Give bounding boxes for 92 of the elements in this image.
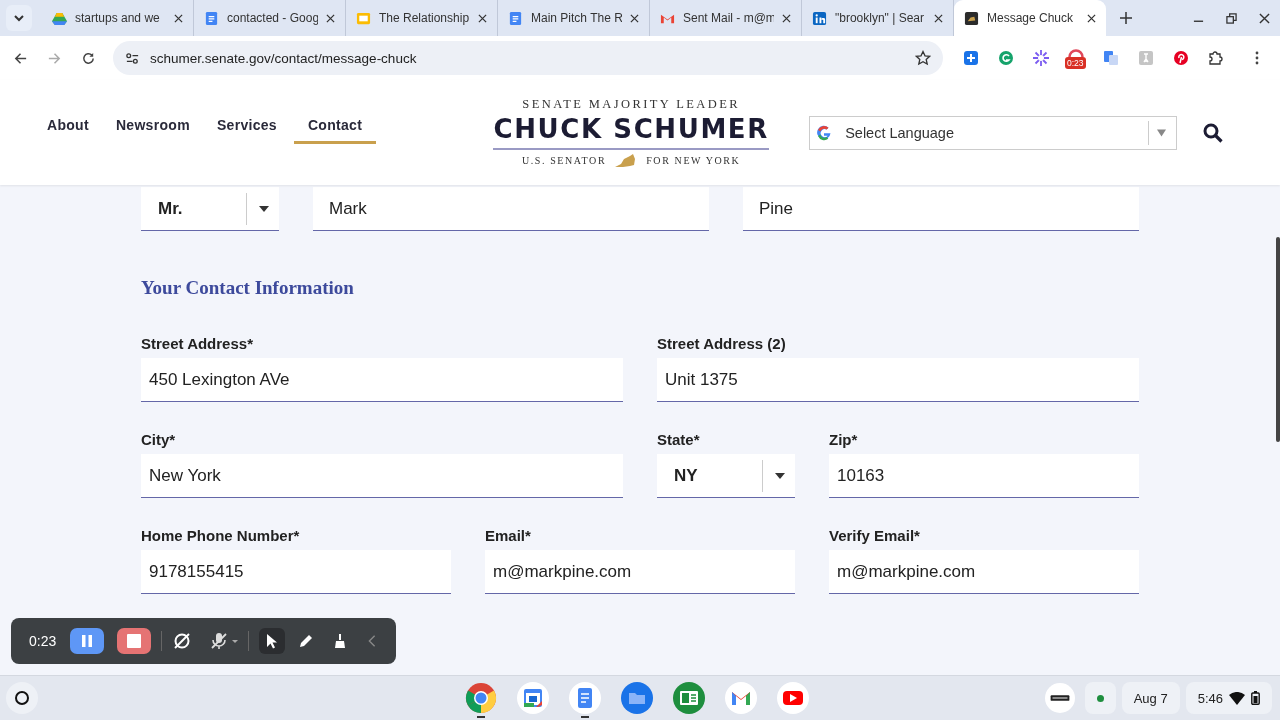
folder-icon[interactable]: [621, 682, 653, 714]
nav-link[interactable]: Contact: [293, 113, 377, 144]
input-field[interactable]: m@markpine.com: [485, 550, 795, 594]
map-icon: [964, 10, 979, 26]
clock: 5:46: [1197, 690, 1223, 706]
close-icon[interactable]: [174, 13, 183, 23]
wifi-icon: [1229, 691, 1245, 705]
close-icon[interactable]: [630, 13, 639, 23]
collapse-icon[interactable]: [367, 634, 378, 648]
field-label: City*: [141, 431, 177, 449]
mail-icon[interactable]: [725, 682, 757, 714]
close-icon[interactable]: [326, 13, 335, 23]
triangle-icon: [52, 10, 67, 26]
section-heading: Your Contact Information: [141, 277, 355, 299]
field-label: Email*: [485, 527, 532, 545]
close-icon[interactable]: [478, 13, 487, 23]
chrome-icon[interactable]: [465, 682, 497, 714]
pause-button[interactable]: [70, 628, 105, 654]
input-field[interactable]: Pine: [743, 187, 1139, 231]
nav-link[interactable]: About: [37, 113, 99, 144]
logo-tagline: SENATE MAJORITY LEADER: [522, 96, 740, 112]
field-label: Street Address*: [141, 335, 254, 353]
scrollbar-thumb[interactable]: [1276, 237, 1280, 442]
calendar-icon[interactable]: [517, 682, 549, 714]
caret-icon: [1157, 128, 1167, 137]
input-field[interactable]: 9178155415: [141, 550, 451, 594]
logo-name: CHUCK SCHUMER: [493, 111, 769, 150]
prefix-select[interactable]: Mr.: [141, 187, 279, 231]
pause-icon: [81, 634, 94, 648]
bookmark-star-icon[interactable]: [915, 50, 931, 66]
reload-icon[interactable]: [81, 50, 96, 66]
logo-subtitle: U.S. SENATOR: [521, 155, 607, 166]
record-icon[interactable]: [1068, 49, 1084, 57]
date-pill[interactable]: Aug 7: [1121, 682, 1180, 714]
battery-icon: [1251, 691, 1260, 705]
document-icon: [204, 10, 219, 26]
field-label: Home Phone Number*: [141, 527, 301, 545]
input-field[interactable]: 450 Lexington AVe: [141, 358, 623, 402]
board-icon[interactable]: [673, 682, 705, 714]
launcher-button[interactable]: [6, 682, 38, 714]
input-field[interactable]: Mark: [313, 187, 709, 231]
language-select[interactable]: Select Language: [809, 115, 1178, 150]
logo-subtitle: FOR NEW YORK: [646, 155, 741, 166]
pointer-tool[interactable]: [259, 628, 286, 654]
stop-icon: [127, 634, 142, 648]
plus-icon[interactable]: [963, 50, 979, 66]
field-label: Verify Email*: [829, 527, 921, 545]
stop-button[interactable]: [117, 628, 152, 654]
close-icon[interactable]: [1087, 13, 1096, 23]
square-icon: [812, 10, 827, 26]
caret-icon: [775, 472, 785, 479]
nav-link[interactable]: Services: [206, 113, 287, 144]
mic-off-icon[interactable]: [209, 631, 240, 651]
timer-badge: 0:23: [1065, 57, 1086, 69]
scanner-icon[interactable]: [1044, 683, 1075, 713]
new-tab-icon[interactable]: [1120, 12, 1132, 24]
pin-icon[interactable]: [1173, 50, 1189, 66]
field-label: Zip*: [829, 431, 859, 449]
address-bar[interactable]: schumer.senate.gov/contact/message-chuck: [113, 41, 943, 75]
slides-icon: [356, 10, 371, 26]
chevron-down-icon: [13, 12, 25, 24]
translate-icon[interactable]: [1103, 50, 1119, 66]
input-field[interactable]: New York: [141, 454, 623, 498]
recording-timer: 0:23: [29, 633, 57, 649]
state-select[interactable]: NY: [657, 454, 795, 498]
restore-icon[interactable]: [1226, 12, 1237, 24]
status-area[interactable]: 5:46: [1185, 682, 1272, 714]
play-icon[interactable]: [777, 682, 809, 714]
input-field[interactable]: 10163: [829, 454, 1139, 498]
nav-link[interactable]: Newsroom: [105, 113, 200, 144]
close-icon[interactable]: [1259, 12, 1270, 24]
document-icon[interactable]: [569, 682, 601, 714]
search-icon[interactable]: [1203, 122, 1224, 143]
puzzle-icon[interactable]: [1208, 50, 1224, 66]
circle-icon[interactable]: [998, 50, 1014, 66]
status-pill[interactable]: [1084, 682, 1116, 714]
tab-search-button[interactable]: [6, 5, 32, 31]
input-field[interactable]: m@markpine.com: [829, 550, 1139, 594]
sun-icon[interactable]: [1033, 50, 1049, 66]
browser-tab[interactable]: Message Chuck: [954, 0, 1106, 36]
field-label: Street Address (2): [657, 335, 787, 353]
caret-icon: [259, 205, 269, 212]
close-icon[interactable]: [934, 13, 943, 23]
camera-off-icon[interactable]: [172, 631, 193, 651]
site-settings-icon[interactable]: [125, 50, 140, 66]
menu-icon[interactable]: [1255, 50, 1259, 66]
field-label: State*: [657, 431, 701, 449]
pen-icon: [298, 633, 315, 649]
g-logo-icon: [816, 124, 833, 141]
close-icon[interactable]: [782, 13, 791, 23]
input-field[interactable]: Unit 1375: [657, 358, 1139, 402]
document-icon: [508, 10, 523, 26]
